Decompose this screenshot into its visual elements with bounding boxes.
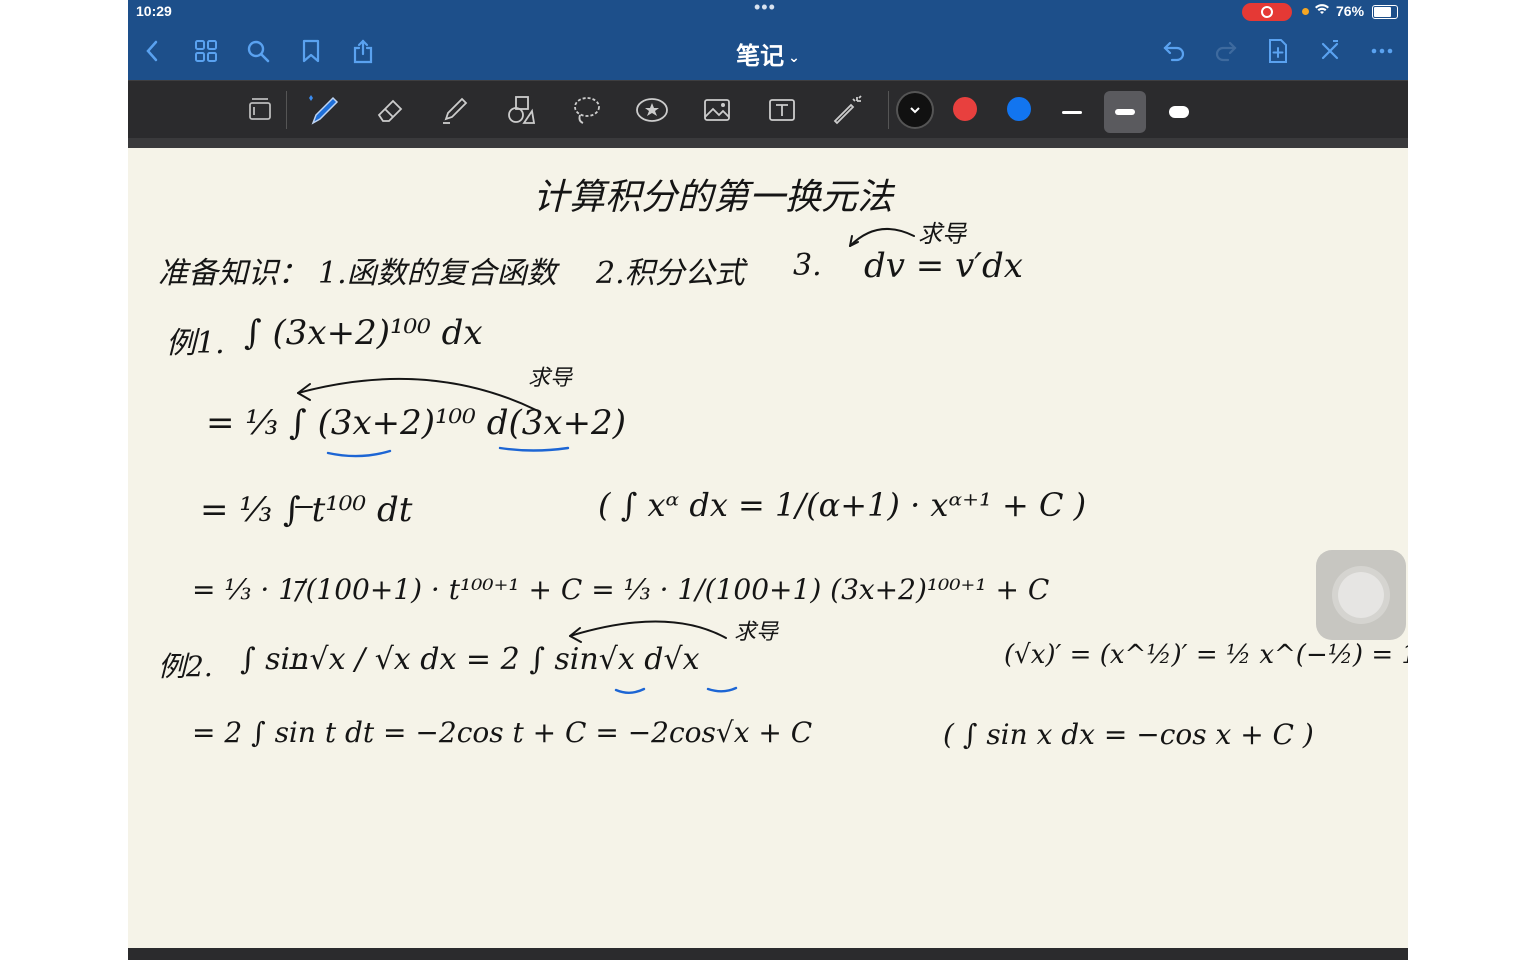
note-title: 计算积分的第一换元法 — [533, 177, 894, 218]
bottom-bar — [128, 948, 1408, 960]
example-2-line-1: ∫ sin√x / √x dx = 2 ∫ sin√x d√x — [240, 642, 700, 677]
prereq-item-2: 2.积分公式 — [596, 256, 745, 291]
stroke-thin-option[interactable] — [1051, 91, 1093, 133]
add-page-icon[interactable] — [1261, 34, 1295, 68]
color-red-swatch[interactable] — [953, 97, 977, 121]
text-box-icon[interactable] — [762, 90, 802, 130]
undo-icon[interactable] — [1157, 34, 1191, 68]
prereq-item-1: 1.函数的复合函数 — [318, 256, 557, 291]
status-bar: 10:29 ••• 76% — [128, 0, 1408, 24]
stroke-thick-option[interactable] — [1158, 91, 1200, 133]
battery-percent: 76% — [1336, 3, 1365, 19]
app-window: 10:29 ••• 76% 笔记 ⌄ 计算积分的第一换元法 准备知识： 1.函数… — [128, 0, 1408, 960]
notebook-title-text: 笔记 — [736, 43, 785, 70]
lasso-icon[interactable] — [567, 90, 607, 130]
prereq-item-3-formula: dv = v′dx — [864, 246, 1023, 286]
example-2-derivative-note: 求导 — [734, 620, 779, 645]
prereq-derivative-note: 求导 — [918, 220, 966, 248]
color-blue-swatch[interactable] — [1007, 97, 1031, 121]
power-rule-formula: ( ∫ xᵅ dx = 1/(α+1) · xᵅ⁺¹ + C ) — [598, 486, 1087, 524]
bookmark-icon[interactable] — [294, 34, 328, 68]
shapes-icon[interactable] — [501, 90, 541, 130]
share-icon[interactable] — [346, 34, 380, 68]
sticker-star-icon[interactable] — [632, 90, 672, 130]
example-2-side-derivative: (√x)′ = (x^½)′ = ½ x^(−½) = 1/(2√x) — [1004, 640, 1408, 670]
laser-pointer-icon[interactable] — [828, 90, 868, 130]
assistive-touch-button[interactable] — [1316, 550, 1406, 640]
toolbar-divider — [286, 91, 287, 129]
battery-icon — [1372, 5, 1398, 19]
toolbar-divider — [888, 91, 889, 129]
prereq-label: 准备知识： — [158, 256, 308, 291]
multitasking-dots-icon[interactable]: ••• — [754, 0, 776, 18]
example-1-line-2: = ⅓ ∫ (3x+2)¹⁰⁰ d(3x+2) — [206, 403, 626, 443]
example-1-label: 例1. — [166, 326, 225, 361]
page-view-icon[interactable] — [240, 90, 280, 130]
image-icon[interactable] — [697, 90, 737, 130]
wifi-icon — [1314, 2, 1330, 19]
assistive-touch-icon — [1338, 572, 1384, 618]
clock: 10:29 — [136, 3, 172, 19]
notebook-title[interactable]: 笔记 ⌄ — [668, 36, 868, 71]
search-icon[interactable] — [241, 34, 275, 68]
more-icon[interactable] — [1365, 34, 1399, 68]
close-tools-icon[interactable] — [1313, 34, 1347, 68]
highlighter-icon[interactable] — [435, 90, 475, 130]
example-1-derivative-note: 求导 — [528, 366, 573, 391]
mic-indicator-icon — [1302, 8, 1309, 15]
example-2-line-2: = 2 ∫ sin t dt = −2cos t + C = −2cos√x +… — [192, 716, 813, 749]
navigation-bar: 笔记 ⌄ — [128, 24, 1408, 80]
color-black-swatch[interactable] — [898, 93, 932, 127]
chevron-down-icon: ⌄ — [788, 49, 800, 66]
example-1-line-3: = ⅓ ∫ t¹⁰⁰ dt — [200, 490, 413, 530]
screen-recording-icon[interactable] — [1242, 3, 1292, 21]
grid-icon[interactable] — [189, 34, 223, 68]
redo-icon[interactable] — [1209, 34, 1243, 68]
toolbar-shadow — [128, 138, 1408, 148]
back-chevron-icon[interactable] — [136, 34, 170, 68]
note-page[interactable]: 计算积分的第一换元法 准备知识： 1.函数的复合函数 2.积分公式 3. dv … — [128, 148, 1408, 948]
drawing-toolbar — [128, 80, 1408, 139]
prereq-item-3-number: 3. — [793, 248, 822, 283]
example-2-label: 例2. — [158, 650, 213, 683]
eraser-icon[interactable] — [370, 90, 410, 130]
stroke-medium-option[interactable] — [1104, 91, 1146, 133]
pen-icon[interactable] — [304, 90, 344, 130]
sine-integral-formula: ( ∫ sin x dx = −cos x + C ) — [943, 718, 1314, 751]
example-1-line-1: ∫ (3x+2)¹⁰⁰ dx — [244, 313, 483, 353]
example-1-line-4: = ⅓ · 1/(100+1) · t¹⁰⁰⁺¹ + C = ⅓ · 1/(10… — [192, 573, 1050, 606]
